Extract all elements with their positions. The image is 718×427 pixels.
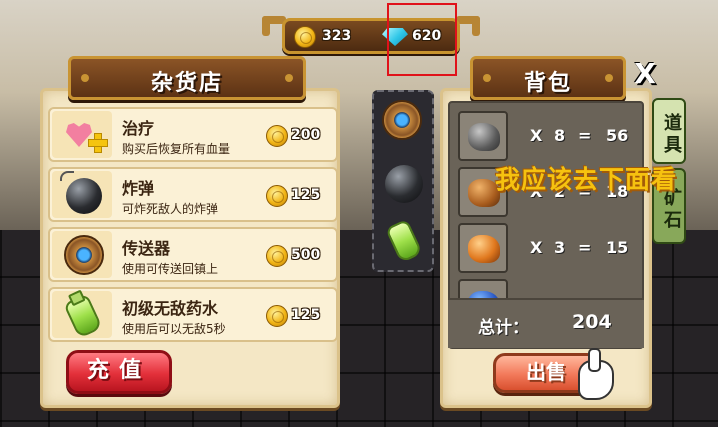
- item-price: 500: [291, 247, 321, 263]
- bag-title-plank: 背包: [470, 56, 626, 100]
- shop-title-plank: 杂货店: [68, 56, 306, 100]
- pipe-decoration: [472, 16, 480, 36]
- equals-sign: =: [578, 126, 592, 145]
- shop-item-potion[interactable]: 初级无敌药水 使用后可以无敌5秒 125: [48, 287, 338, 342]
- fuse-decoration: [60, 171, 74, 181]
- tab-items[interactable]: 道具: [652, 98, 686, 164]
- equals-sign: =: [578, 238, 592, 257]
- gold-coin-icon: [266, 185, 288, 207]
- item-name: 治疗: [122, 119, 155, 138]
- subtitle-overlay: 我应该去下面看: [495, 165, 678, 194]
- shop-item-heal[interactable]: 治疗 购买后恢复所有血量 200: [48, 107, 338, 162]
- bag-total-bar: 总计： 204: [448, 298, 644, 348]
- item-name: 传送器: [122, 239, 171, 258]
- item-price: 125: [291, 187, 321, 203]
- total-value: 204: [572, 311, 612, 333]
- gem-highlight-box: [387, 3, 457, 76]
- multiply-sign: X: [530, 238, 543, 257]
- gold-coin-icon: [266, 125, 288, 147]
- item-price: 125: [291, 307, 321, 323]
- pointing-hand-icon: [578, 348, 614, 400]
- plus-icon: [88, 133, 108, 153]
- item-icon-box: [52, 291, 112, 339]
- total-label: 总计：: [478, 318, 529, 338]
- bag-row[interactable]: X 3 = 15: [458, 223, 638, 275]
- teleporter-icon: [64, 235, 104, 275]
- shop-item-teleporter[interactable]: 传送器 使用可传送回镇上 500: [48, 227, 338, 282]
- bag-title: 背包: [523, 71, 572, 96]
- ore-value: 56: [606, 126, 629, 145]
- bomb-icon[interactable]: [385, 165, 423, 203]
- item-description: 使用可传送回镇上: [122, 262, 219, 276]
- pipe-decoration: [262, 16, 270, 36]
- gold-coin-icon: [294, 26, 316, 48]
- item-description: 使用后可以无敌5秒: [122, 322, 226, 336]
- game-screen: 323 620 杂货店 治疗 购买后恢复所有血量 200 炸弹 可炸死敌人的炸弹…: [0, 0, 718, 427]
- shop-item-bomb[interactable]: 炸弹 可炸死敌人的炸弹 125: [48, 167, 338, 222]
- bag-row[interactable]: X 8 = 56: [458, 111, 638, 163]
- ore-quantity: 3: [554, 238, 566, 257]
- item-slot: [458, 223, 508, 273]
- bomb-icon: [66, 178, 102, 214]
- shop-title: 杂货店: [150, 71, 223, 96]
- item-description: 购买后恢复所有血量: [122, 142, 231, 156]
- recharge-button[interactable]: 充值: [66, 350, 172, 394]
- gold-coin-icon: [266, 305, 288, 327]
- gold-amount: 323: [322, 28, 352, 44]
- item-icon-box: [52, 111, 112, 158]
- ore-value: 15: [606, 238, 629, 257]
- item-icon-box: [52, 231, 112, 278]
- item-description: 可炸死敌人的炸弹: [122, 202, 219, 216]
- stone-ore-icon: [468, 123, 500, 151]
- item-slot: [458, 111, 508, 161]
- close-button[interactable]: X: [630, 60, 660, 90]
- gold-coin-icon: [266, 245, 288, 267]
- item-name: 炸弹: [122, 179, 155, 198]
- ore-quantity: 8: [554, 126, 566, 145]
- teleporter-icon[interactable]: [382, 100, 422, 140]
- amber-ore-icon: [468, 235, 500, 263]
- item-name: 初级无敌药水: [122, 299, 219, 318]
- potion-icon: [63, 293, 103, 339]
- multiply-sign: X: [530, 126, 543, 145]
- item-price: 200: [291, 127, 321, 143]
- item-icon-box: [52, 171, 112, 218]
